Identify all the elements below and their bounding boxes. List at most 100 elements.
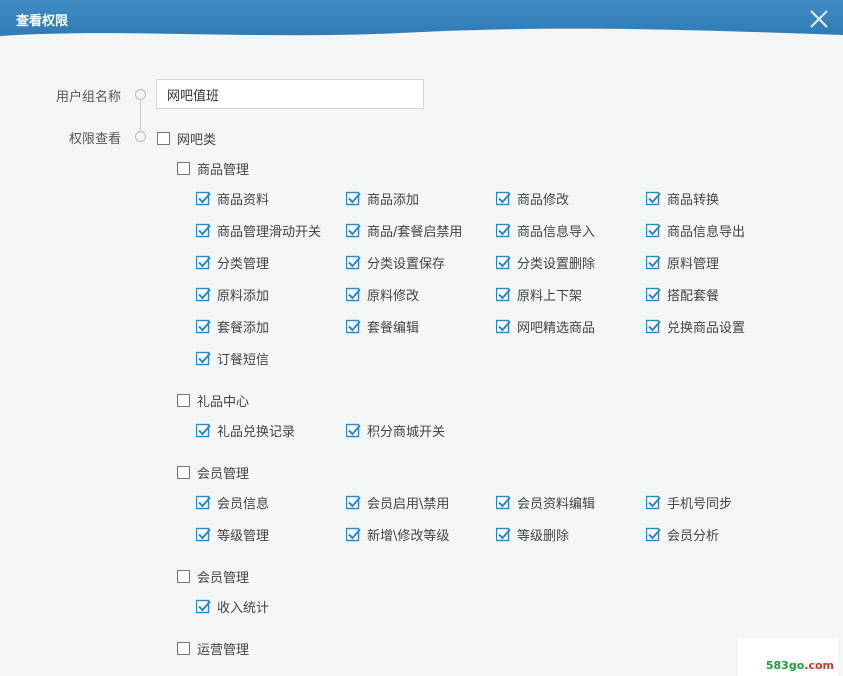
section-checkbox[interactable]: 会员管理	[177, 463, 249, 482]
checkbox-checked-icon[interactable]	[196, 191, 211, 206]
permission-checkbox[interactable]: 会员分析	[646, 525, 719, 544]
checkbox-unchecked[interactable]	[177, 162, 190, 175]
checkbox-checked-icon[interactable]	[646, 319, 661, 334]
checkbox-label: 收入统计	[217, 601, 270, 616]
permission-checkbox[interactable]: 商品修改	[496, 189, 569, 208]
checkbox-checked-icon[interactable]	[346, 255, 361, 270]
permission-checkbox[interactable]: 原料管理	[646, 253, 719, 272]
checkbox-checked-icon[interactable]	[646, 287, 661, 302]
checkbox-checked-icon[interactable]	[346, 495, 361, 510]
checkbox-unchecked[interactable]	[157, 132, 170, 145]
permission-checkbox[interactable]: 商品信息导出	[646, 221, 745, 240]
watermark: 583go .com	[738, 638, 838, 676]
checkbox-unchecked[interactable]	[177, 394, 190, 407]
dialog-titlebar: 查看权限	[0, 0, 843, 40]
permission-checkbox[interactable]: 商品添加	[346, 189, 419, 208]
permission-checkbox[interactable]: 会员信息	[196, 493, 269, 512]
checkbox-label: 积分商城开关	[367, 425, 446, 440]
checkbox-checked-icon[interactable]	[196, 351, 211, 366]
checkbox-label: 原料添加	[217, 289, 270, 304]
checkbox-label: 商品资料	[217, 193, 270, 208]
checkbox-checked-icon[interactable]	[346, 319, 361, 334]
checkbox-label: 套餐编辑	[367, 321, 420, 336]
checkbox-label: 会员资料编辑	[517, 497, 596, 512]
checkbox-checked-icon[interactable]	[496, 495, 511, 510]
permission-checkbox[interactable]: 分类管理	[196, 253, 269, 272]
checkbox-checked-icon[interactable]	[196, 599, 211, 614]
permission-checkbox[interactable]: 商品管理滑动开关	[196, 221, 321, 240]
checkbox-unchecked[interactable]	[177, 466, 190, 479]
permission-checkbox[interactable]: 原料上下架	[496, 285, 582, 304]
permission-checkbox[interactable]: 手机号同步	[646, 493, 732, 512]
permission-checkbox[interactable]: 套餐编辑	[346, 317, 419, 336]
permission-checkbox[interactable]: 会员启用\禁用	[346, 493, 449, 512]
checkbox-label: 网吧类	[177, 133, 217, 148]
connector-dot	[135, 89, 146, 100]
permission-checkbox[interactable]: 分类设置删除	[496, 253, 595, 272]
permission-checkbox[interactable]: 分类设置保存	[346, 253, 445, 272]
checkbox-checked-icon[interactable]	[496, 191, 511, 206]
permission-checkbox[interactable]: 积分商城开关	[346, 421, 445, 440]
checkbox-checked-icon[interactable]	[196, 223, 211, 238]
section-checkbox[interactable]: 礼品中心	[177, 391, 249, 410]
permission-checkbox[interactable]: 商品转换	[646, 189, 719, 208]
checkbox-checked-icon[interactable]	[346, 191, 361, 206]
checkbox-checked-icon[interactable]	[196, 287, 211, 302]
section-checkbox[interactable]: 商品管理	[177, 159, 249, 178]
watermark-number: 583go	[765, 659, 805, 672]
checkbox-checked-icon[interactable]	[196, 319, 211, 334]
checkbox-checked-icon[interactable]	[496, 287, 511, 302]
permission-checkbox[interactable]: 收入统计	[196, 597, 269, 616]
checkbox-checked-icon[interactable]	[646, 191, 661, 206]
dialog-body: 用户组名称 权限查看 网吧类商品管理商品资料 商品添加 商品修改 商品转换商品管理滑动…	[0, 40, 843, 676]
checkbox-checked-icon[interactable]	[346, 287, 361, 302]
checkbox-checked-icon[interactable]	[196, 423, 211, 438]
checkbox-unchecked[interactable]	[177, 570, 190, 583]
checkbox-label: 原料上下架	[517, 289, 583, 304]
permission-checkbox[interactable]: 商品资料	[196, 189, 269, 208]
permission-checkbox[interactable]: 商品/套餐启禁用	[346, 221, 462, 240]
permission-checkbox[interactable]: 礼品兑换记录	[196, 421, 295, 440]
checkbox-checked-icon[interactable]	[346, 527, 361, 542]
group-name-input[interactable]	[156, 79, 424, 109]
checkbox-checked-icon[interactable]	[646, 495, 661, 510]
checkbox-checked-icon[interactable]	[346, 223, 361, 238]
checkbox-label: 商品修改	[517, 193, 570, 208]
watermark-domain: .com	[804, 659, 834, 672]
permission-checkbox[interactable]: 新增\修改等级	[346, 525, 449, 544]
permission-checkbox[interactable]: 等级删除	[496, 525, 569, 544]
checkbox-label: 会员管理	[197, 571, 250, 586]
checkbox-checked-icon[interactable]	[646, 223, 661, 238]
permission-checkbox[interactable]: 商品信息导入	[496, 221, 595, 240]
permission-checkbox[interactable]: 搭配套餐	[646, 285, 719, 304]
close-icon[interactable]	[809, 9, 829, 29]
checkbox-checked-icon[interactable]	[496, 223, 511, 238]
connector-line	[140, 100, 141, 130]
section-checkbox[interactable]: 会员管理	[177, 567, 249, 586]
checkbox-checked-icon[interactable]	[646, 527, 661, 542]
checkbox-checked-icon[interactable]	[346, 423, 361, 438]
checkbox-label: 搭配套餐	[667, 289, 720, 304]
permission-checkbox[interactable]: 网吧精选商品	[496, 317, 595, 336]
permission-checkbox[interactable]: 会员资料编辑	[496, 493, 595, 512]
checkbox-label: 商品添加	[367, 193, 420, 208]
checkbox-checked-icon[interactable]	[496, 319, 511, 334]
permission-checkbox[interactable]: 等级管理	[196, 525, 269, 544]
checkbox-checked-icon[interactable]	[196, 255, 211, 270]
permission-checkbox[interactable]: 原料添加	[196, 285, 269, 304]
checkbox-checked-icon[interactable]	[646, 255, 661, 270]
permission-checkbox[interactable]: 订餐短信	[196, 349, 269, 368]
checkbox-checked-icon[interactable]	[496, 255, 511, 270]
checkbox-checked-icon[interactable]	[496, 527, 511, 542]
checkbox-label: 套餐添加	[217, 321, 270, 336]
permission-checkbox[interactable]: 兑换商品设置	[646, 317, 745, 336]
checkbox-checked-icon[interactable]	[196, 495, 211, 510]
checkbox-unchecked[interactable]	[177, 642, 190, 655]
checkbox-label: 分类设置保存	[367, 257, 446, 272]
checkbox-label: 商品管理滑动开关	[217, 225, 322, 240]
permission-root-checkbox[interactable]: 网吧类	[157, 129, 216, 148]
permission-checkbox[interactable]: 原料修改	[346, 285, 419, 304]
permission-checkbox[interactable]: 套餐添加	[196, 317, 269, 336]
checkbox-checked-icon[interactable]	[196, 527, 211, 542]
checkbox-label: 会员分析	[667, 529, 720, 544]
